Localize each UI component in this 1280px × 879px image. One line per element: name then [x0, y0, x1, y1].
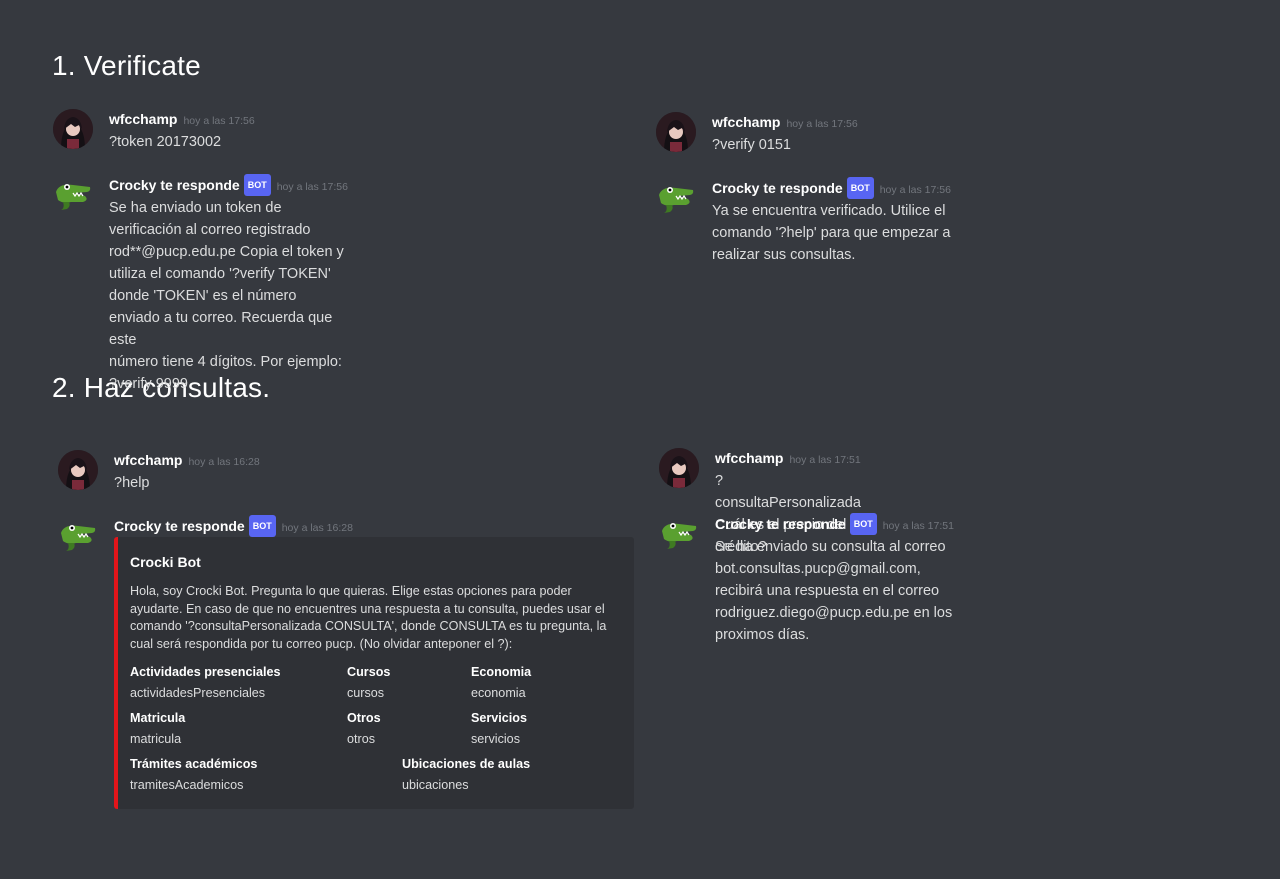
- user-avatar-icon[interactable]: [58, 450, 98, 490]
- embed-field-value: otros: [347, 732, 375, 746]
- embed-field-name: Economia: [471, 665, 532, 679]
- embed-field-value: matricula: [130, 732, 182, 746]
- bot-tag: BOT: [846, 177, 874, 199]
- crocodile-avatar-icon[interactable]: [53, 174, 93, 214]
- embed-title: Crocki Bot: [130, 554, 201, 570]
- embed-field-name: Otros: [347, 711, 381, 725]
- author-name[interactable]: wfcchamp: [712, 114, 780, 130]
- message-text: Se ha enviado su consulta al correo bot.…: [715, 539, 953, 643]
- timestamp: hoy a las 16:28: [188, 456, 260, 468]
- timestamp: hoy a las 17:51: [789, 454, 861, 466]
- user-avatar-icon[interactable]: [656, 112, 696, 152]
- author-name[interactable]: Crocky te responde: [715, 516, 846, 532]
- bot-tag: BOT: [849, 513, 877, 535]
- timestamp: hoy a las 17:56: [276, 181, 348, 193]
- timestamp: hoy a las 17:56: [879, 184, 951, 196]
- message-text: ?help: [114, 475, 150, 491]
- author-name[interactable]: Crocky te responde: [109, 177, 240, 193]
- embed-field-name: Trámites académicos: [130, 757, 258, 771]
- timestamp: hoy a las 17:56: [183, 115, 255, 127]
- embed-field: Ubicaciones de aulas ubicaciones: [402, 755, 530, 794]
- embed-field-name: Matricula: [130, 711, 186, 725]
- embed-description: Hola, soy Crocki Bot. Pregunta lo que qu…: [130, 584, 607, 651]
- author-name[interactable]: Crocky te responde: [114, 518, 245, 534]
- embed-field-value: servicios: [471, 732, 520, 746]
- embed-field: Actividades presenciales actividadesPres…: [130, 663, 281, 702]
- embed-field: Servicios servicios: [471, 709, 527, 748]
- embed-field: Trámites académicos tramitesAcademicos: [130, 755, 257, 794]
- message-text: Ya se encuentra verificado. Utilice el c…: [712, 203, 951, 263]
- crocodile-avatar-icon[interactable]: [659, 513, 699, 553]
- message-text: ?verify 0151: [712, 137, 791, 153]
- timestamp: hoy a las 16:28: [281, 522, 353, 534]
- embed-field: Otros otros: [347, 709, 381, 748]
- embed-field-name: Ubicaciones de aulas: [402, 757, 531, 771]
- author-name[interactable]: wfcchamp: [109, 111, 177, 127]
- author-name[interactable]: wfcchamp: [715, 450, 783, 466]
- screenshot-page: 1. Verificate 2. Haz consultas. wfcchamp…: [0, 0, 1280, 879]
- embed-field-name: Actividades presenciales: [130, 665, 281, 679]
- timestamp: hoy a las 17:51: [882, 520, 954, 532]
- embed-field-name: Cursos: [347, 665, 391, 679]
- section-title-verify: 1. Verificate: [52, 50, 201, 81]
- embed-field-value: actividadesPresenciales: [130, 686, 266, 700]
- timestamp: hoy a las 17:56: [786, 118, 858, 130]
- crocodile-avatar-icon[interactable]: [656, 177, 696, 217]
- user-avatar-icon[interactable]: [659, 448, 699, 488]
- embed-field-value: economia: [471, 686, 526, 700]
- bot-tag: BOT: [243, 174, 271, 196]
- message-text: ?token 20173002: [109, 134, 222, 150]
- author-name[interactable]: wfcchamp: [114, 452, 182, 468]
- message-text: Se ha enviado un token de verificación a…: [109, 200, 344, 392]
- embed-field: Cursos cursos: [347, 663, 390, 702]
- embed-field-value: cursos: [347, 686, 385, 700]
- help-embed: Crocki Bot Hola, soy Crocki Bot. Pregunt…: [114, 537, 634, 809]
- embed-field-value: tramitesAcademicos: [130, 778, 244, 792]
- author-name[interactable]: Crocky te responde: [712, 180, 843, 196]
- embed-field: Economia economia: [471, 663, 531, 702]
- bot-tag: BOT: [248, 515, 276, 537]
- embed-field: Matricula matricula: [130, 709, 185, 748]
- embed-field-value: ubicaciones: [402, 778, 469, 792]
- embed-field-name: Servicios: [471, 711, 528, 725]
- crocodile-avatar-icon[interactable]: [58, 515, 98, 555]
- user-avatar-icon[interactable]: [53, 109, 93, 149]
